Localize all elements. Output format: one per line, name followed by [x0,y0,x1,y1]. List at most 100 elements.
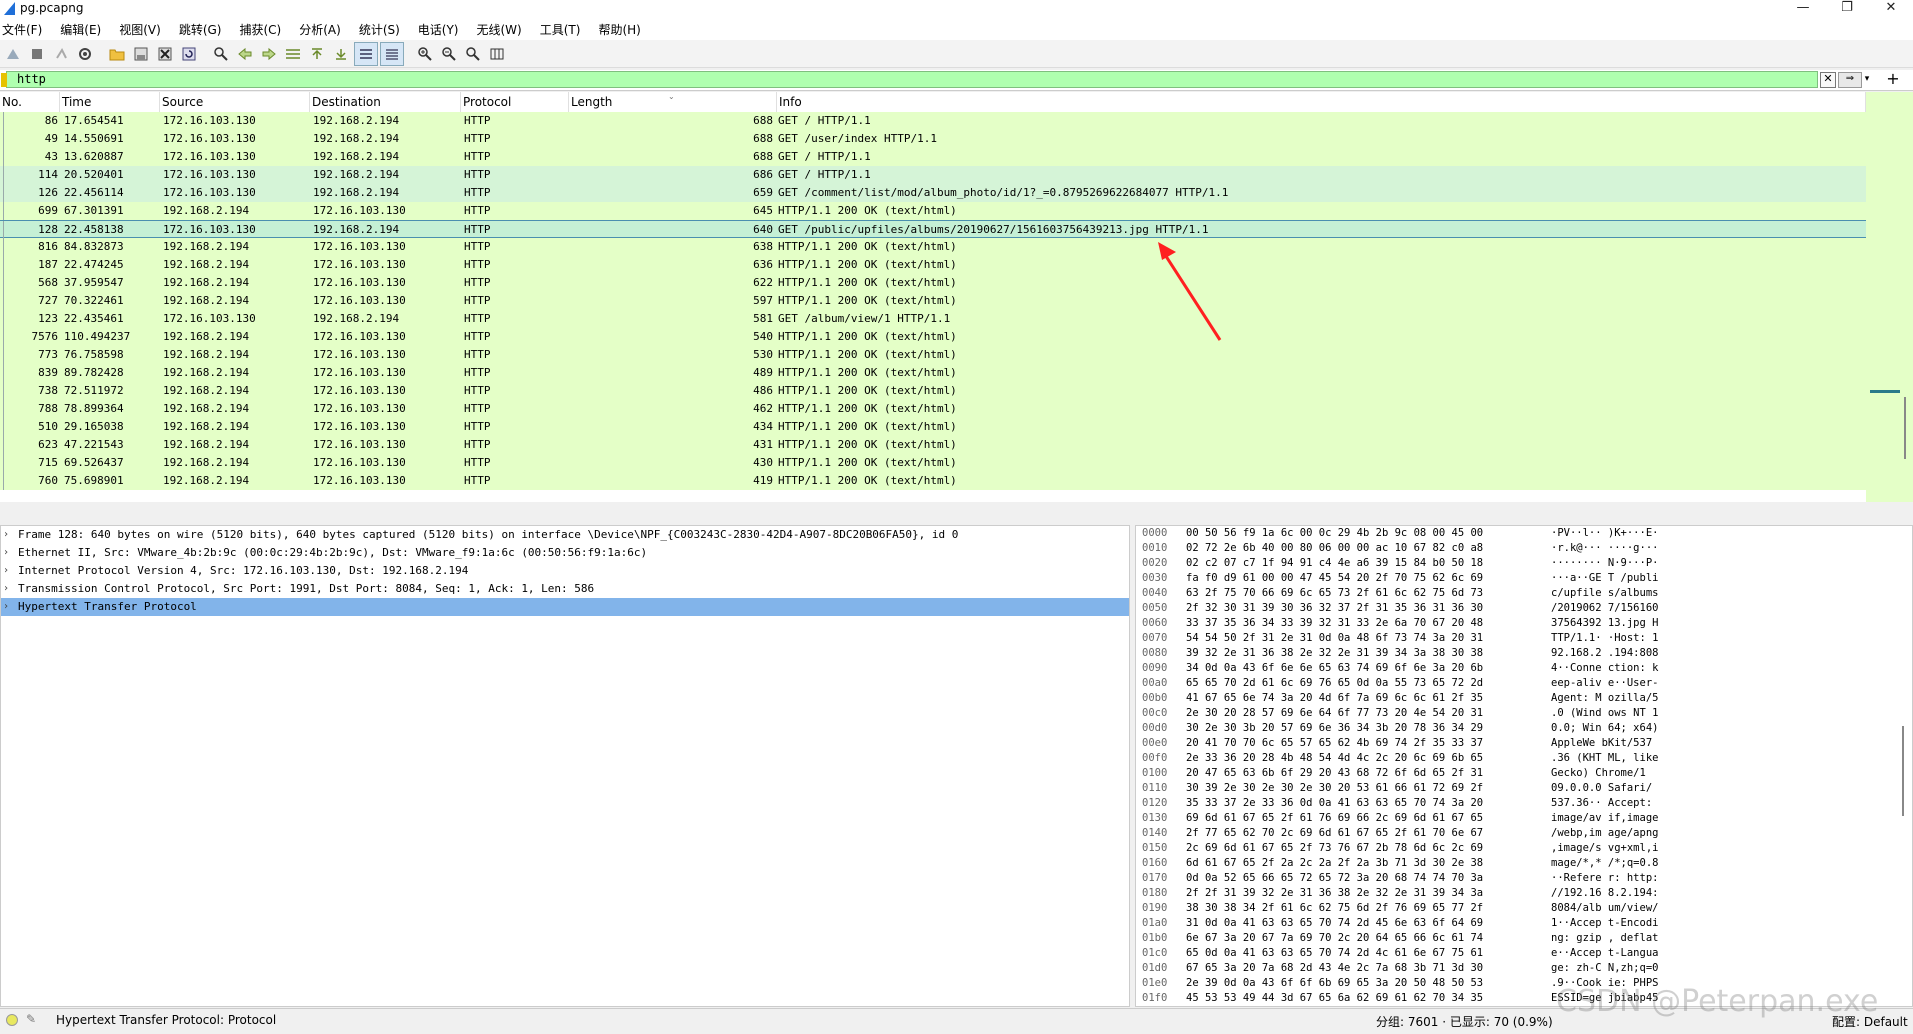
bytes-row[interactable]: 01a0 31 0d 0a 41 63 63 65 70 74 2d 45 6e … [1136,916,1912,931]
bytes-row[interactable]: 0140 2f 77 65 62 70 2c 69 6d 61 67 65 2f … [1136,826,1912,841]
bytes-row[interactable]: 0030 fa f0 d9 61 00 00 47 45 54 20 2f 70 … [1136,571,1912,586]
packet-row[interactable]: 568 37.959547 192.168.2.194 172.16.103.130 H… [0,274,1866,292]
display-filter-input[interactable]: http [6,71,1818,88]
zoom-out-icon[interactable] [438,43,460,65]
column-header-info[interactable]: Info [777,92,1866,112]
go-forward-icon[interactable] [258,43,280,65]
menu-help[interactable]: 帮助(H) [596,21,648,38]
expand-arrow-icon[interactable]: › [3,598,9,616]
stop-capture-icon[interactable] [26,43,48,65]
bytes-row[interactable]: 00f0 2e 33 36 20 28 4b 48 54 4d 4c 2c 20 … [1136,751,1912,766]
clear-filter-button[interactable]: ✕ [1820,72,1836,88]
bytes-row[interactable]: 0000 00 50 56 f9 1a 6c 00 0c 29 4b 2b 9c … [1136,526,1912,541]
bytes-row[interactable]: 0150 2c 69 6d 61 67 65 2f 73 76 67 2b 78 … [1136,841,1912,856]
bytes-row[interactable]: 0020 02 c2 07 c7 1f 94 91 c4 4e a6 39 15 … [1136,556,1912,571]
colorize-icon[interactable] [380,41,404,66]
bytes-row[interactable]: 0110 30 39 2e 30 2e 30 2e 30 20 53 61 66 … [1136,781,1912,796]
menu-tools[interactable]: 工具(T) [538,21,589,38]
bytes-row[interactable]: 0040 63 2f 75 70 66 69 6c 65 73 2f 61 6c … [1136,586,1912,601]
close-file-icon[interactable] [154,43,176,65]
packet-row[interactable]: 126 22.456114 172.16.103.130 192.168.2.194 H… [0,184,1866,202]
filter-bookmark-icon[interactable] [1,73,7,87]
bytes-row[interactable]: 00e0 20 41 70 70 6c 65 57 65 62 4b 69 74 … [1136,736,1912,751]
filter-history-dropdown[interactable]: ▾ [1862,72,1872,86]
bytes-row[interactable]: 0160 6d 61 67 65 2f 2a 2c 2a 2f 2a 3b 71 … [1136,856,1912,871]
bytes-row[interactable]: 00d0 30 2e 30 3b 20 57 69 6e 36 34 3b 20 … [1136,721,1912,736]
packet-row[interactable]: 715 69.526437 192.168.2.194 172.16.103.130 H… [0,454,1866,472]
bytes-scrollbar[interactable] [1894,526,1912,1006]
column-header-time[interactable]: Time [60,92,160,112]
menu-edit[interactable]: 编辑(E) [58,21,109,38]
packet-row[interactable]: 788 78.899364 192.168.2.194 172.16.103.130 H… [0,400,1866,418]
expand-arrow-icon[interactable]: › [3,544,9,562]
packet-row[interactable]: 510 29.165038 192.168.2.194 172.16.103.130 H… [0,418,1866,436]
packet-row[interactable]: 727 70.322461 192.168.2.194 172.16.103.130 H… [0,292,1866,310]
edit-comment-icon[interactable]: ✎ [26,1012,36,1026]
find-packet-icon[interactable] [210,43,232,65]
add-filter-button[interactable]: + [1884,70,1902,88]
menu-view[interactable]: 视图(V) [117,21,169,38]
expert-info-icon[interactable] [6,1014,18,1026]
scrollbar-thumb[interactable] [1904,397,1906,459]
menu-analyze[interactable]: 分析(A) [297,21,349,38]
column-header-destination[interactable]: Destination [310,92,461,112]
column-header-protocol[interactable]: Protocol [461,92,569,112]
save-file-icon[interactable] [130,43,152,65]
go-to-packet-icon[interactable] [282,43,304,65]
autoscroll-icon[interactable] [354,41,378,66]
go-first-icon[interactable] [306,43,328,65]
bytes-row[interactable]: 0120 35 33 37 2e 33 36 0d 0a 41 63 63 65 … [1136,796,1912,811]
bytes-row[interactable]: 01d0 67 65 3a 20 7a 68 2d 43 4e 2c 7a 68 … [1136,961,1912,976]
minimize-button[interactable]: — [1781,0,1825,18]
bytes-row[interactable]: 0180 2f 2f 31 39 32 2e 31 36 38 2e 32 2e … [1136,886,1912,901]
zoom-in-icon[interactable] [414,43,436,65]
packet-row[interactable]: 187 22.474245 192.168.2.194 172.16.103.130 H… [0,256,1866,274]
go-back-icon[interactable] [234,43,256,65]
detail-tree-item[interactable]: › Transmission Control Protocol, Src Port… [1,580,1129,598]
detail-tree-item[interactable]: › Frame 128: 640 bytes on wire (5120 bits… [1,526,1129,544]
packet-row[interactable]: 816 84.832873 192.168.2.194 172.16.103.130 H… [0,238,1866,256]
close-button[interactable]: ✕ [1869,0,1913,18]
packet-row[interactable]: 760 75.698901 192.168.2.194 172.16.103.130 H… [0,472,1866,490]
expand-arrow-icon[interactable]: › [3,526,9,544]
reload-icon[interactable] [178,43,200,65]
bytes-row[interactable]: 0130 69 6d 61 67 65 2f 61 76 69 66 2c 69 … [1136,811,1912,826]
apply-filter-button[interactable]: ⇒ [1838,72,1862,88]
expand-arrow-icon[interactable]: › [3,580,9,598]
bytes-scrollbar-thumb[interactable] [1902,726,1904,816]
packet-row[interactable]: 699 67.301391 192.168.2.194 172.16.103.130 H… [0,202,1866,220]
bytes-row[interactable]: 0010 02 72 2e 6b 40 00 80 06 00 00 ac 10 … [1136,541,1912,556]
packet-row[interactable]: 128 22.458138 172.16.103.130 192.168.2.194 H… [0,220,1866,239]
bytes-row[interactable]: 0190 38 30 38 34 2f 61 6c 62 75 6d 2f 76 … [1136,901,1912,916]
bytes-row[interactable]: 01c0 65 0d 0a 41 63 63 65 70 74 2d 4c 61 … [1136,946,1912,961]
bytes-row[interactable]: 01b0 6e 67 3a 20 67 7a 69 70 2c 20 64 65 … [1136,931,1912,946]
bytes-row[interactable]: 00b0 41 67 65 6e 74 3a 20 4d 6f 7a 69 6c … [1136,691,1912,706]
packet-row[interactable]: 7576 110.494237 192.168.2.194 172.16.103.13… [0,328,1866,346]
bytes-row[interactable]: 00a0 65 65 70 2d 61 6c 69 76 65 0d 0a 55 … [1136,676,1912,691]
menu-capture[interactable]: 捕获(C) [237,21,289,38]
start-capture-icon[interactable] [2,43,24,65]
menu-file[interactable]: 文件(F) [0,21,50,38]
bytes-row[interactable]: 0080 39 32 2e 31 36 38 2e 32 2e 31 39 34 … [1136,646,1912,661]
menu-statistics[interactable]: 统计(S) [357,21,408,38]
maximize-button[interactable]: ❐ [1825,0,1869,18]
menu-telephony[interactable]: 电话(Y) [416,21,467,38]
packet-row[interactable]: 773 76.758598 192.168.2.194 172.16.103.130 H… [0,346,1866,364]
capture-options-icon[interactable] [74,43,96,65]
packet-row[interactable]: 623 47.221543 192.168.2.194 172.16.103.130 H… [0,436,1866,454]
zoom-normal-icon[interactable] [462,43,484,65]
packet-row[interactable]: 839 89.782428 192.168.2.194 172.16.103.130 H… [0,364,1866,382]
detail-tree-item[interactable]: › Hypertext Transfer Protocol [1,598,1129,616]
resize-columns-icon[interactable] [486,43,508,65]
packet-row[interactable]: 43 13.620887 172.16.103.130 192.168.2.194 HT… [0,148,1866,166]
restart-capture-icon[interactable] [50,43,72,65]
packet-row[interactable]: 49 14.550691 172.16.103.130 192.168.2.194 HT… [0,130,1866,148]
packet-row[interactable]: 86 17.654541 172.16.103.130 192.168.2.194 HT… [0,112,1866,130]
expand-arrow-icon[interactable]: › [3,562,9,580]
bytes-row[interactable]: 00c0 2e 30 20 28 57 69 6e 64 6f 77 73 20 … [1136,706,1912,721]
bytes-row[interactable]: 0070 54 54 50 2f 31 2e 31 0d 0a 48 6f 73 … [1136,631,1912,646]
bytes-row[interactable]: 0170 0d 0a 52 65 66 65 72 65 72 3a 20 68 … [1136,871,1912,886]
detail-tree-item[interactable]: › Internet Protocol Version 4, Src: 172.1… [1,562,1129,580]
bytes-row[interactable]: 0060 33 37 35 36 34 33 39 32 31 33 2e 6a … [1136,616,1912,631]
bytes-row[interactable]: 0100 20 47 65 63 6b 6f 29 20 43 68 72 6f … [1136,766,1912,781]
